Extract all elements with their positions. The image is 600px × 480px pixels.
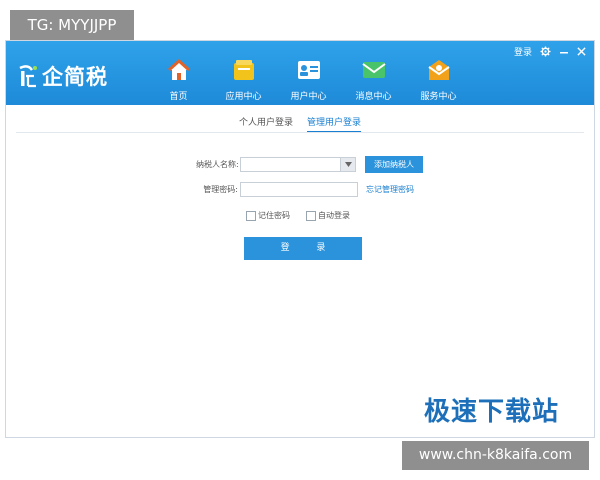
url-watermark-tag: www.chn-k8kaifa.com — [402, 441, 589, 470]
auto-login-label: 自动登录 — [318, 211, 350, 220]
password-field[interactable] — [240, 182, 358, 197]
taxpayer-row: 纳税人名称: 添加纳税人 — [196, 156, 423, 173]
nav-item-messages[interactable]: 消息中心 — [341, 51, 406, 103]
logo-mark-icon — [16, 62, 40, 90]
apps-icon — [233, 60, 254, 80]
user-card-icon — [297, 61, 320, 79]
nav-item-users[interactable]: 用户中心 — [276, 51, 341, 103]
password-label: 管理密码: — [203, 185, 238, 194]
gear-icon[interactable] — [540, 46, 551, 57]
nav-label-apps: 应用中心 — [225, 92, 262, 102]
auto-login-option[interactable]: 自动登录 — [306, 210, 350, 221]
home-icon — [167, 58, 190, 80]
login-button[interactable]: 登 录 — [244, 237, 362, 260]
app-header: 企简税 首页 应用中心 用户中心 消息中心 服务中心 登录 — [6, 41, 594, 105]
page: TG: MYYJJPP 企简税 首页 应用中心 用户中心 消息中心 服务中心 登… — [0, 0, 600, 480]
window-controls: 登录 — [514, 45, 586, 58]
tab-admin-login[interactable]: 管理用户登录 — [307, 115, 362, 132]
remember-password-checkbox[interactable] — [246, 210, 256, 221]
message-icon — [361, 62, 386, 78]
nav-item-apps[interactable]: 应用中心 — [211, 51, 276, 103]
nav-item-home[interactable]: 首页 — [146, 51, 211, 103]
nav-label-messages: 消息中心 — [355, 92, 392, 102]
tab-personal-login[interactable]: 个人用户登录 — [239, 115, 293, 132]
taxpayer-label: 纳税人名称: — [196, 160, 239, 169]
options-row: 记住密码 自动登录 — [246, 210, 350, 221]
tab-divider — [16, 132, 584, 133]
telegram-watermark-tag: TG: MYYJJPP — [10, 10, 134, 40]
nav-label-services: 服务中心 — [420, 92, 457, 102]
taxpayer-select[interactable] — [240, 157, 356, 172]
remember-password-label: 记住密码 — [258, 211, 290, 220]
brand-watermark: 极速下载站 — [424, 397, 560, 427]
forgot-password-link[interactable]: 忘记管理密码 — [366, 184, 414, 195]
logo-text: 企简税 — [42, 65, 108, 89]
app-window: 企简税 首页 应用中心 用户中心 消息中心 服务中心 登录 个人用户登录 管理用… — [5, 40, 595, 438]
auto-login-checkbox[interactable] — [306, 210, 316, 221]
dropdown-arrow-icon[interactable] — [340, 158, 355, 171]
nav-item-services[interactable]: 服务中心 — [406, 51, 471, 103]
add-taxpayer-button[interactable]: 添加纳税人 — [365, 156, 423, 173]
password-row: 管理密码: 忘记管理密码 — [196, 182, 414, 197]
login-tabs: 个人用户登录 管理用户登录 — [6, 115, 594, 132]
remember-password-option[interactable]: 记住密码 — [246, 210, 290, 221]
header-login-link[interactable]: 登录 — [514, 45, 532, 58]
service-icon — [427, 60, 450, 80]
close-icon[interactable] — [577, 47, 586, 56]
minimize-icon[interactable] — [559, 47, 569, 57]
nav-label-home: 首页 — [169, 92, 188, 102]
app-logo: 企简税 — [16, 61, 108, 91]
main-nav: 首页 应用中心 用户中心 消息中心 服务中心 — [146, 51, 471, 103]
nav-label-users: 用户中心 — [290, 92, 327, 102]
